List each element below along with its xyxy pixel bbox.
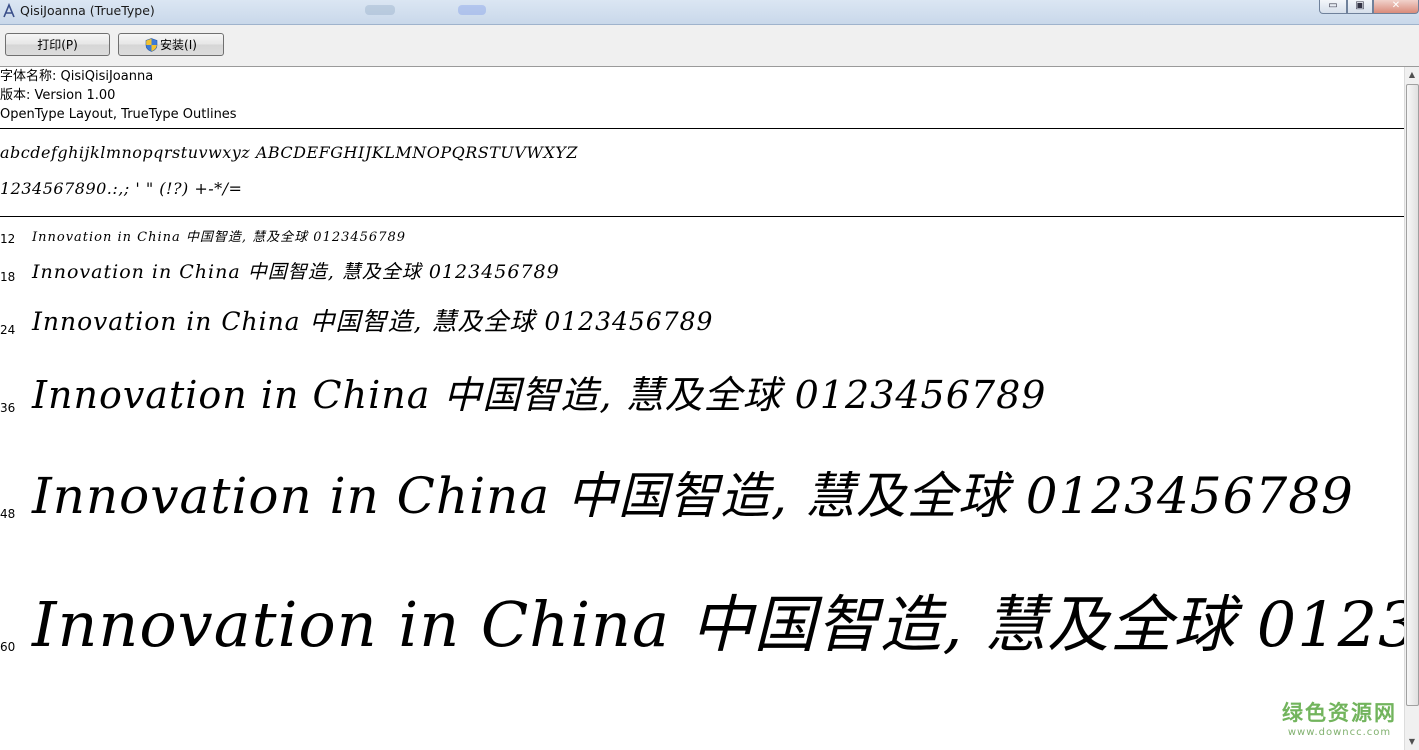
font-version-line: 版本: Version 1.00 <box>0 88 116 103</box>
install-button[interactable]: 安装(I) <box>118 33 224 56</box>
scroll-up-arrow-icon[interactable]: ▲ <box>1405 67 1419 83</box>
toolbar: 打印(P) 安装(I) <box>0 25 1419 67</box>
title-bar[interactable]: QisiJoanna (TrueType) ▭ ▣ ✕ <box>0 0 1419 25</box>
blurred-title-fragment <box>458 5 486 15</box>
window-controls: ▭ ▣ ✕ <box>1319 0 1419 14</box>
size-label: 48 <box>0 507 16 521</box>
size-sample-text: Innovation in China 中国智造, 慧及全球 012345678… <box>32 261 560 283</box>
print-button[interactable]: 打印(P) <box>5 33 110 56</box>
close-button[interactable]: ✕ <box>1373 0 1419 14</box>
size-sample-text: Innovation in China 中国智造, 慧及全球 012345678… <box>32 307 714 336</box>
print-button-label: 打印(P) <box>37 38 78 52</box>
watermark-main: 绿色资源网 <box>1282 701 1397 725</box>
size-label: 12 <box>0 232 16 246</box>
charset-digits-symbols: 1234567890.:,; ' " (!?) +-*/= <box>0 179 243 198</box>
font-type-line: OpenType Layout, TrueType Outlines <box>0 107 237 122</box>
blurred-title-fragment <box>365 5 395 15</box>
divider <box>0 216 1405 217</box>
scroll-down-arrow-icon[interactable]: ▼ <box>1405 734 1419 750</box>
size-sample-text: Innovation in China 中国智造, 慧及全球 012345678… <box>32 373 1047 417</box>
divider <box>0 128 1405 129</box>
minimize-icon: ▭ <box>1328 0 1338 11</box>
font-name-line: 字体名称: QisiQisiJoanna <box>0 69 154 84</box>
maximize-icon: ▣ <box>1355 0 1365 11</box>
scrollbar-thumb[interactable] <box>1406 84 1419 706</box>
vertical-scrollbar[interactable]: ▲ ▼ <box>1404 67 1419 750</box>
minimize-button[interactable]: ▭ <box>1319 0 1347 14</box>
size-sample-row: 60 Innovation in China 中国智造, 慧及全球 012345… <box>0 587 1405 707</box>
charset-letters: abcdefghijklmnopqrstuvwxyz ABCDEFGHIJKLM… <box>0 143 578 162</box>
uac-shield-icon <box>145 37 158 52</box>
window-title: QisiJoanna (TrueType) <box>20 3 155 18</box>
size-sample-text: Innovation in China 中国智造, 慧及全球 012345678… <box>32 588 1405 661</box>
size-label: 60 <box>0 640 16 654</box>
size-sample-row: 48 Innovation in China 中国智造, 慧及全球 012345… <box>0 465 1405 585</box>
close-icon: ✕ <box>1391 0 1401 11</box>
size-label: 36 <box>0 401 16 415</box>
font-preview-area: 字体名称: QisiQisiJoanna 版本: Version 1.00 Op… <box>0 67 1405 750</box>
size-sample-text: Innovation in China 中国智造, 慧及全球 012345678… <box>32 230 407 245</box>
font-app-icon <box>3 3 15 18</box>
install-button-label: 安装(I) <box>160 38 197 52</box>
watermark-url: www.downcc.com <box>1287 727 1392 738</box>
size-label: 18 <box>0 270 16 284</box>
size-label: 24 <box>0 323 16 337</box>
maximize-button[interactable]: ▣ <box>1347 0 1373 14</box>
watermark: 绿色资源网 www.downcc.com <box>1282 697 1397 738</box>
size-sample-text: Innovation in China 中国智造, 慧及全球 012345678… <box>32 467 1354 525</box>
